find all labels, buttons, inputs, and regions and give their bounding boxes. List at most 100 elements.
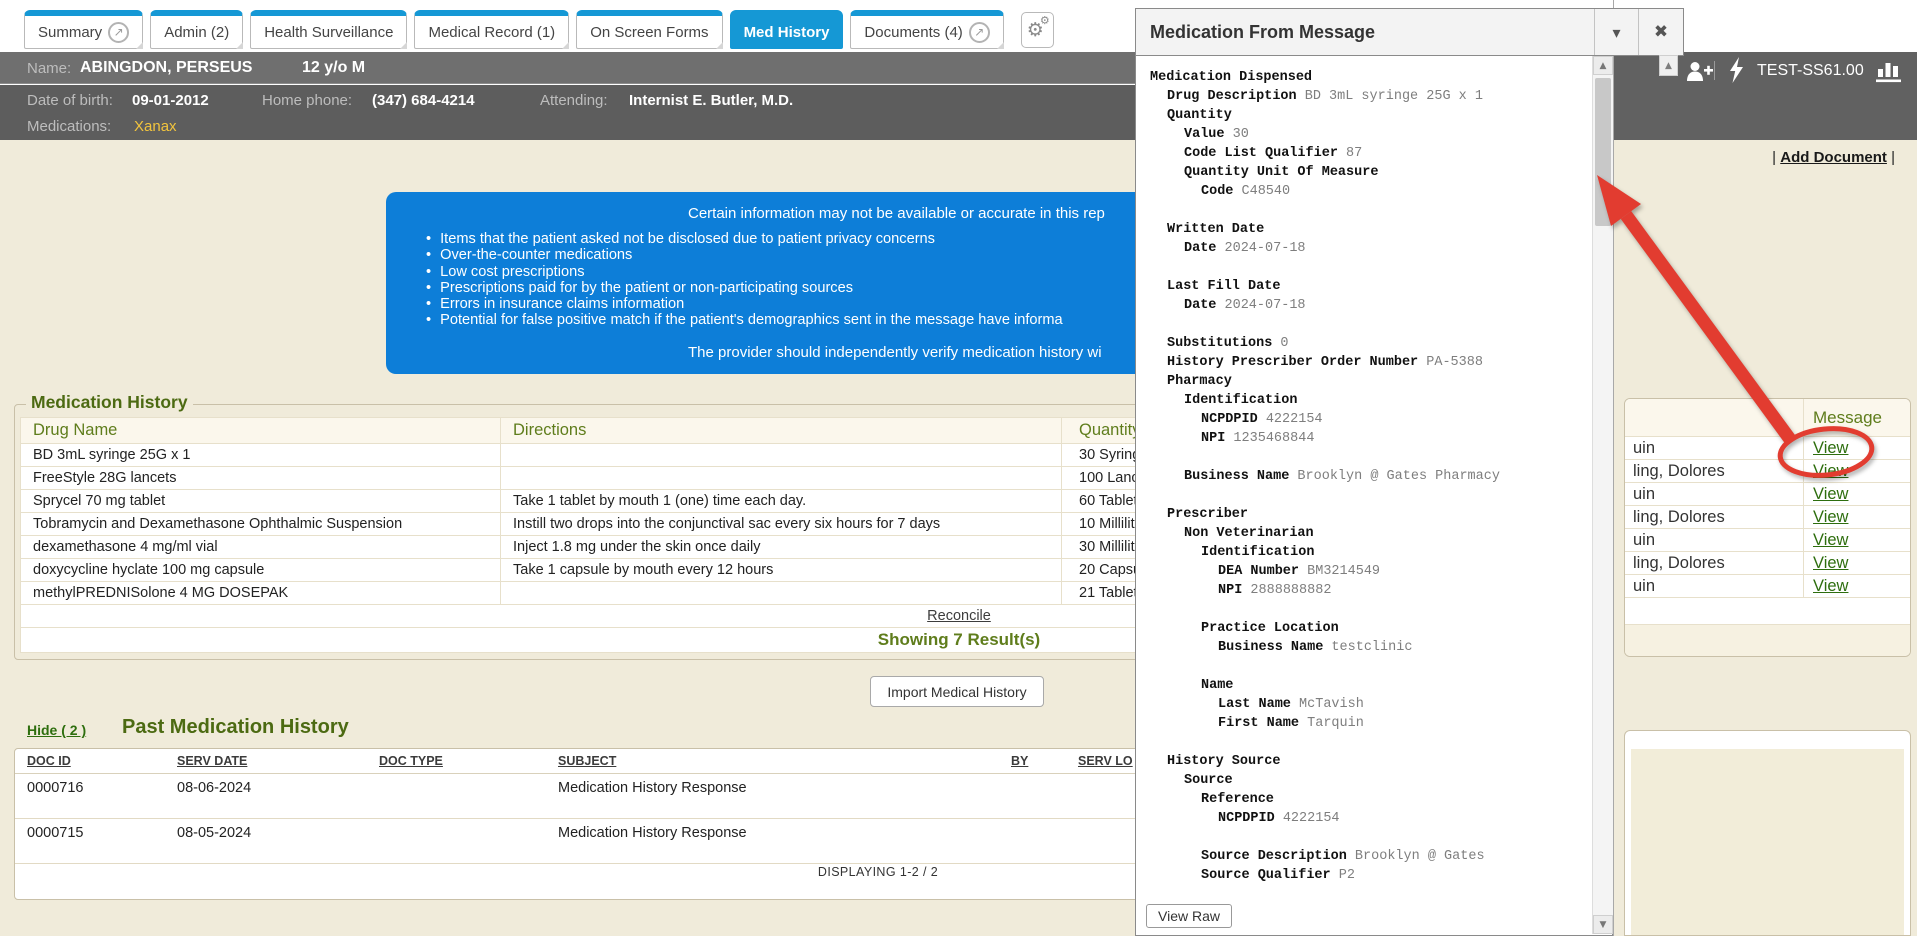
import-medical-history-button[interactable]: Import Medical History [870,676,1044,707]
tab-medical-record-1[interactable]: Medical Record (1) [414,10,569,49]
gear-icon-small: ⚙ [1040,14,1050,27]
past-column-header[interactable]: DOC TYPE [367,749,546,773]
modal-line: Identification [1150,545,1588,564]
modal-line: Substitutions 0 [1150,336,1588,355]
past-column-header[interactable]: DOC ID [15,749,165,773]
med-cell-drug: FreeStyle 28G lancets [21,467,501,490]
past-column-header[interactable]: BY [999,749,1066,773]
past-cell [999,818,1066,863]
tab-documents-4[interactable]: Documents (4) ↗ [850,10,1003,49]
message-cell: View [1804,483,1910,505]
notice-bullet: Over-the-counter medications [426,247,1063,263]
tab-admin-2[interactable]: Admin (2) [150,10,243,49]
view-message-link[interactable]: View [1813,485,1848,503]
tab-label: Documents (4) [864,24,962,41]
medication-from-message-modal: Medication From Message ▾ ✖ Medication D… [1135,8,1684,936]
med-cell-directions [501,444,1062,467]
past-column-header[interactable]: SERV DATE [165,749,367,773]
modal-line: Last Name McTavish [1150,697,1588,716]
modal-blank-line [1150,260,1588,279]
modal-line: History Source [1150,754,1588,773]
modal-line: NPI 2888888882 [1150,583,1588,602]
settings-gear-button[interactable]: ⚙⚙ [1021,12,1054,48]
bar-chart-icon[interactable] [1876,58,1904,83]
phone-value: (347) 684-4214 [372,92,475,109]
modal-blank-line [1150,830,1588,849]
modal-line: Reference [1150,792,1588,811]
modal-blank-line [1150,450,1588,469]
modal-line: Date 2024-07-18 [1150,298,1588,317]
modal-scrollbar[interactable]: ▲ ▼ [1592,56,1613,934]
modal-line: First Name Tarquin [1150,716,1588,735]
tab-label: Med History [744,24,830,41]
tab-health-surveillance[interactable]: Health Surveillance [250,10,407,49]
message-cell: View [1804,575,1910,597]
scroll-up-button[interactable]: ▲ [1659,55,1678,76]
modal-blank-line [1150,659,1588,678]
modal-line: Last Fill Date [1150,279,1588,298]
modal-line: Written Date [1150,222,1588,241]
modal-scrollbar-thumb[interactable] [1595,78,1611,226]
med-cell-directions [501,467,1062,490]
tab-label: Admin (2) [164,24,229,41]
modal-line: Medication Dispensed [1150,70,1588,89]
reconcile-link[interactable]: Reconcile [927,608,991,624]
modal-close-button[interactable]: ✖ [1638,9,1683,55]
station-id-text: TEST-SS61.00 [1757,62,1864,80]
past-column-header[interactable]: SUBJECT [546,749,999,773]
med-column-header: Drug Name [21,418,501,444]
modal-line: Drug Description BD 3mL syringe 25G x 1 [1150,89,1588,108]
popup-arrow-icon[interactable]: ↗ [108,22,129,43]
phone-label: Home phone: [262,92,352,109]
dob-label: Date of birth: [27,92,113,109]
modal-line: NCPDPID 4222154 [1150,811,1588,830]
modal-scroll-down-arrow[interactable]: ▼ [1593,915,1613,934]
med-cell-directions [501,582,1062,605]
view-message-link[interactable]: View [1813,554,1848,572]
view-message-link[interactable]: View [1813,439,1848,457]
med-cell-drug: methylPREDNISolone 4 MG DOSEPAK [21,582,501,605]
med-history-legend: Medication History [26,392,193,413]
notice-bullet: Items that the patient asked not be disc… [426,231,1063,247]
modal-line: Business Name testclinic [1150,640,1588,659]
message-cell: View [1804,529,1910,551]
app-root: Summary↗Admin (2)Health SurveillanceMedi… [0,0,1917,936]
add-user-icon[interactable] [1686,61,1713,82]
modal-line: Value 30 [1150,127,1588,146]
add-document-link[interactable]: Add Document [1780,149,1887,166]
modal-title-bar[interactable]: Medication From Message ▾ ✖ [1135,8,1684,56]
view-raw-button[interactable]: View Raw [1146,904,1232,928]
modal-scroll-up-arrow[interactable]: ▲ [1593,56,1613,75]
med-cell-drug: dexamethasone 4 mg/ml vial [21,536,501,559]
modal-blank-line [1150,203,1588,222]
past-med-history-title: Past Medication History [122,716,349,739]
med-cell-directions: Inject 1.8 mg under the skin once daily [501,536,1062,559]
notice-bullet: Potential for false positive match if th… [426,312,1063,328]
icon-divider [1714,61,1715,80]
modal-content-lines: Medication DispensedDrug Description BD … [1150,70,1588,887]
patient-age-sex: 12 y/o M [302,59,365,77]
medications-value[interactable]: Xanax [134,118,177,135]
hide-count-link[interactable]: Hide ( 2 ) [27,722,86,738]
modal-blank-line [1150,602,1588,621]
med-cell-drug: Sprycel 70 mg tablet [21,490,501,513]
view-message-link[interactable]: View [1813,577,1848,595]
modal-title: Medication From Message [1136,22,1375,43]
med-cell-directions: Take 1 capsule by mouth every 12 hours [501,559,1062,582]
popup-arrow-icon[interactable]: ↗ [969,22,990,43]
tab-med-history[interactable]: Med History [730,10,844,49]
view-message-link[interactable]: View [1813,508,1848,526]
view-message-link[interactable]: View [1813,462,1848,480]
tab-bar: Summary↗ Admin (2) Health SurveillanceMedi… [24,10,1054,49]
lightning-icon[interactable] [1728,57,1745,83]
tab-summary[interactable]: Summary↗ [24,10,143,49]
modal-line: Quantity Unit Of Measure [1150,165,1588,184]
view-message-link[interactable]: View [1813,531,1848,549]
showing-results-text: Showing 7 Result(s) [878,630,1040,649]
modal-line: Source Description Brooklyn @ Gates [1150,849,1588,868]
modal-blank-line [1150,735,1588,754]
med-column-header: Directions [501,418,1062,444]
med-cell-directions: Instill two drops into the conjunctival … [501,513,1062,536]
tab-on-screen-forms[interactable]: On Screen Forms [576,10,722,49]
modal-minimize-button[interactable]: ▾ [1594,9,1638,55]
